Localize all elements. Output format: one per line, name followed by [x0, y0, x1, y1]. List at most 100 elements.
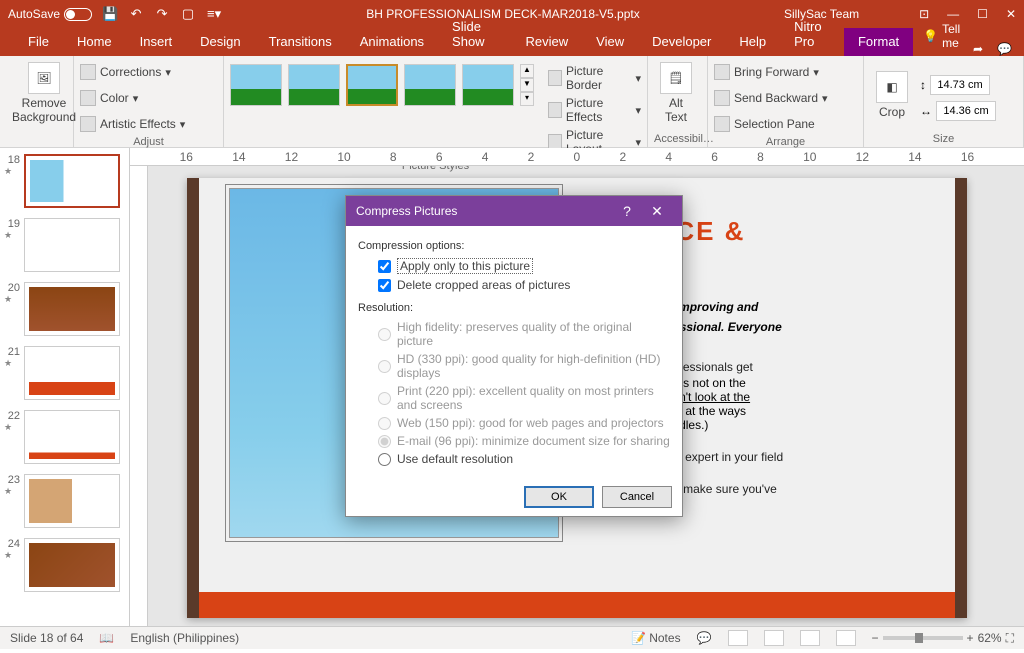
color-button[interactable]: Color ▾: [80, 88, 138, 108]
thumbnail-21[interactable]: 21★: [4, 346, 125, 400]
style-thumb[interactable]: [230, 64, 282, 106]
reading-view-icon[interactable]: [800, 630, 820, 646]
maximize-icon[interactable]: ☐: [977, 7, 988, 21]
picture-border-button[interactable]: Picture Border ▾: [548, 62, 641, 94]
tab-design[interactable]: Design: [186, 28, 254, 56]
tab-home[interactable]: Home: [63, 28, 126, 56]
notes-button[interactable]: 📝 Notes: [631, 631, 681, 645]
border-icon: [548, 70, 562, 86]
start-icon[interactable]: ▢: [180, 6, 196, 22]
normal-view-icon[interactable]: [728, 630, 748, 646]
color-icon: [80, 90, 96, 106]
forward-icon: [714, 64, 730, 80]
comments-icon[interactable]: 💬: [697, 631, 712, 645]
crop-button[interactable]: ◧Crop: [870, 67, 914, 123]
tab-nitro[interactable]: Nitro Pro: [780, 13, 844, 56]
remove-background-button[interactable]: 🖼Remove Background: [6, 58, 82, 128]
tab-slideshow[interactable]: Slide Show: [438, 13, 511, 56]
artistic-effects-button[interactable]: Artistic Effects ▾: [80, 114, 185, 134]
tab-transitions[interactable]: Transitions: [255, 28, 346, 56]
sorter-view-icon[interactable]: [764, 630, 784, 646]
more-icon[interactable]: ≡▾: [206, 6, 222, 22]
language-label[interactable]: English (Philippines): [130, 631, 239, 645]
brightness-icon: [80, 64, 96, 80]
width-input[interactable]: 14.36 cm: [936, 101, 996, 121]
height-icon: ↕: [920, 78, 926, 92]
gallery-up-icon[interactable]: ▲: [520, 64, 534, 78]
alt-text-icon: 🗒: [660, 62, 692, 94]
resolution-default-radio[interactable]: Use default resolution: [358, 450, 670, 468]
thumbnail-20[interactable]: 20★: [4, 282, 125, 336]
ribbon: 🖼Remove Background Corrections ▾ Color ▾…: [0, 56, 1024, 148]
bring-forward-button[interactable]: Bring Forward ▾: [714, 62, 819, 82]
send-backward-button[interactable]: Send Backward ▾: [714, 88, 828, 108]
thumbnail-22[interactable]: 22★: [4, 410, 125, 464]
quick-access: AutoSave 💾 ↶ ↷ ▢ ≡▾: [8, 6, 222, 22]
group-accessibility: Accessibil…: [654, 131, 701, 147]
zoom-slider[interactable]: [883, 636, 963, 640]
corrections-button[interactable]: Corrections ▾: [80, 62, 171, 82]
thumbnail-19[interactable]: 19★: [4, 218, 125, 272]
comments-icon[interactable]: 💬: [997, 42, 1012, 56]
height-input[interactable]: 14.73 cm: [930, 75, 990, 95]
zoom-percent[interactable]: 62%: [978, 631, 1002, 645]
compression-options-label: Compression options:: [358, 240, 670, 252]
ok-button[interactable]: OK: [524, 486, 594, 508]
style-thumb[interactable]: [404, 64, 456, 106]
redo-icon[interactable]: ↷: [154, 6, 170, 22]
slide-counter[interactable]: Slide 18 of 64: [10, 631, 83, 645]
resolution-highfidelity-radio: High fidelity: preserves quality of the …: [358, 318, 670, 350]
thumbnail-18[interactable]: 18★: [4, 154, 125, 208]
selection-pane-button[interactable]: Selection Pane: [714, 114, 815, 134]
dialog-help-icon[interactable]: ?: [612, 203, 642, 219]
tab-format[interactable]: Format: [844, 28, 913, 56]
gallery-down-icon[interactable]: ▼: [520, 78, 534, 92]
width-icon: ↔: [920, 104, 932, 118]
dialog-close-icon[interactable]: ✕: [642, 203, 672, 220]
tab-animations[interactable]: Animations: [346, 28, 438, 56]
resolution-label: Resolution:: [358, 302, 670, 314]
effects-icon: [548, 102, 562, 118]
style-thumb[interactable]: [346, 64, 398, 106]
undo-icon[interactable]: ↶: [128, 6, 144, 22]
cancel-button[interactable]: Cancel: [602, 486, 672, 508]
thumbnail-23[interactable]: 23★: [4, 474, 125, 528]
autosave-toggle[interactable]: AutoSave: [8, 7, 92, 21]
alt-text-button[interactable]: 🗒Alt Text: [654, 58, 698, 128]
fit-icon[interactable]: ⛶: [1006, 631, 1014, 646]
picture-styles-gallery[interactable]: ▲▼▾: [230, 58, 534, 106]
tab-review[interactable]: Review: [512, 28, 583, 56]
tab-developer[interactable]: Developer: [638, 28, 725, 56]
slideshow-view-icon[interactable]: [836, 630, 856, 646]
dialog-title-bar[interactable]: Compress Pictures ? ✕: [346, 196, 682, 226]
horizontal-ruler: 1614121086420246810121416: [130, 148, 1024, 166]
tab-help[interactable]: Help: [725, 28, 780, 56]
group-size: Size: [870, 131, 1017, 147]
delete-cropped-checkbox[interactable]: Delete cropped areas of pictures: [358, 276, 670, 294]
backward-icon: [714, 90, 730, 106]
style-thumb[interactable]: [288, 64, 340, 106]
compress-pictures-dialog: Compress Pictures ? ✕ Compression option…: [345, 195, 683, 517]
slide-thumbnails[interactable]: 18★ 19★ 20★ 21★ 22★ 23★ 24★: [0, 148, 130, 626]
zoom-in-icon[interactable]: +: [967, 631, 974, 645]
tell-me[interactable]: 💡Tell me: [913, 16, 973, 56]
save-icon[interactable]: 💾: [102, 6, 118, 22]
zoom-out-icon[interactable]: −: [872, 631, 879, 645]
tab-view[interactable]: View: [582, 28, 638, 56]
close-icon[interactable]: ✕: [1006, 7, 1016, 21]
zoom-control[interactable]: − + 62% ⛶: [872, 631, 1014, 646]
tab-insert[interactable]: Insert: [126, 28, 187, 56]
thumbnail-24[interactable]: 24★: [4, 538, 125, 592]
picture-effects-button[interactable]: Picture Effects ▾: [548, 94, 641, 126]
artistic-icon: [80, 116, 96, 132]
spellcheck-icon[interactable]: 📖: [99, 631, 114, 645]
ribbon-tabs: File Home Insert Design Transitions Anim…: [0, 28, 1024, 56]
share-icon[interactable]: ➦: [973, 42, 983, 56]
vertical-ruler: [130, 166, 148, 626]
resolution-web-radio: Web (150 ppi): good for web pages and pr…: [358, 414, 670, 432]
style-thumb[interactable]: [462, 64, 514, 106]
resolution-email-radio: E-mail (96 ppi): minimize document size …: [358, 432, 670, 450]
tab-file[interactable]: File: [14, 28, 63, 56]
apply-only-checkbox[interactable]: Apply only to this picture: [358, 256, 670, 276]
gallery-more-icon[interactable]: ▾: [520, 92, 534, 106]
